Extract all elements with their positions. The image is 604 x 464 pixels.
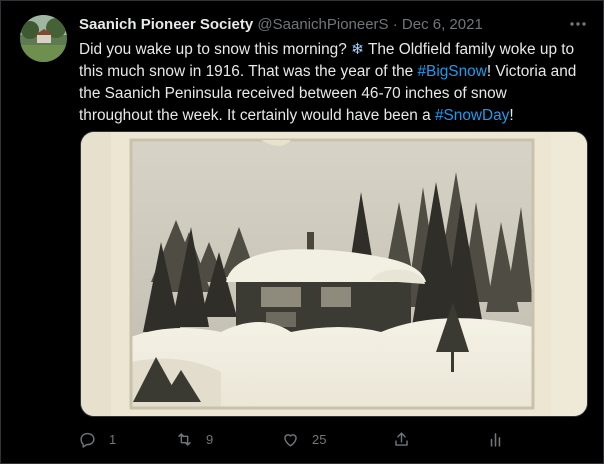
more-button[interactable]: [568, 14, 588, 34]
author-name[interactable]: Saanich Pioneer Society: [79, 16, 253, 33]
tweet-photo[interactable]: [80, 131, 588, 417]
author-handle[interactable]: @SaanichPioneerS: [257, 16, 388, 33]
reply-button[interactable]: 1: [78, 427, 116, 451]
tweet-date[interactable]: Dec 6, 2021: [402, 16, 483, 33]
share-button[interactable]: [392, 427, 411, 451]
tweet-actions: 1 9 25: [78, 427, 508, 451]
analytics-icon: [490, 432, 501, 447]
hashtag-snowday[interactable]: #SnowDay: [435, 107, 509, 124]
more-icon: [570, 22, 586, 26]
separator-dot: ·: [392, 16, 398, 33]
avatar[interactable]: [20, 15, 67, 62]
snowy-house-photo: [81, 132, 587, 416]
retweet-icon: [178, 432, 191, 446]
snowflake-emoji: ❄: [351, 41, 364, 58]
tweet-text-part: Did you wake up to snow this morning?: [79, 41, 352, 58]
reply-count: 1: [109, 431, 117, 447]
analytics-button[interactable]: [486, 427, 505, 451]
reply-icon: [80, 432, 95, 448]
retweet-count: 9: [206, 431, 214, 447]
like-button[interactable]: 25: [281, 427, 326, 451]
like-count: 25: [312, 431, 327, 447]
tweet-text-part: !: [509, 107, 514, 124]
heart-icon: [284, 433, 297, 447]
hashtag-bigsnow[interactable]: #BigSnow: [418, 63, 487, 80]
avatar-photo: [20, 15, 67, 62]
share-icon: [395, 431, 408, 446]
retweet-button[interactable]: 9: [175, 427, 213, 451]
tweet-text: Did you wake up to snow this morning? ❄ …: [79, 39, 584, 127]
tweet-header: Saanich Pioneer Society @SaanichPioneerS…: [79, 14, 539, 36]
